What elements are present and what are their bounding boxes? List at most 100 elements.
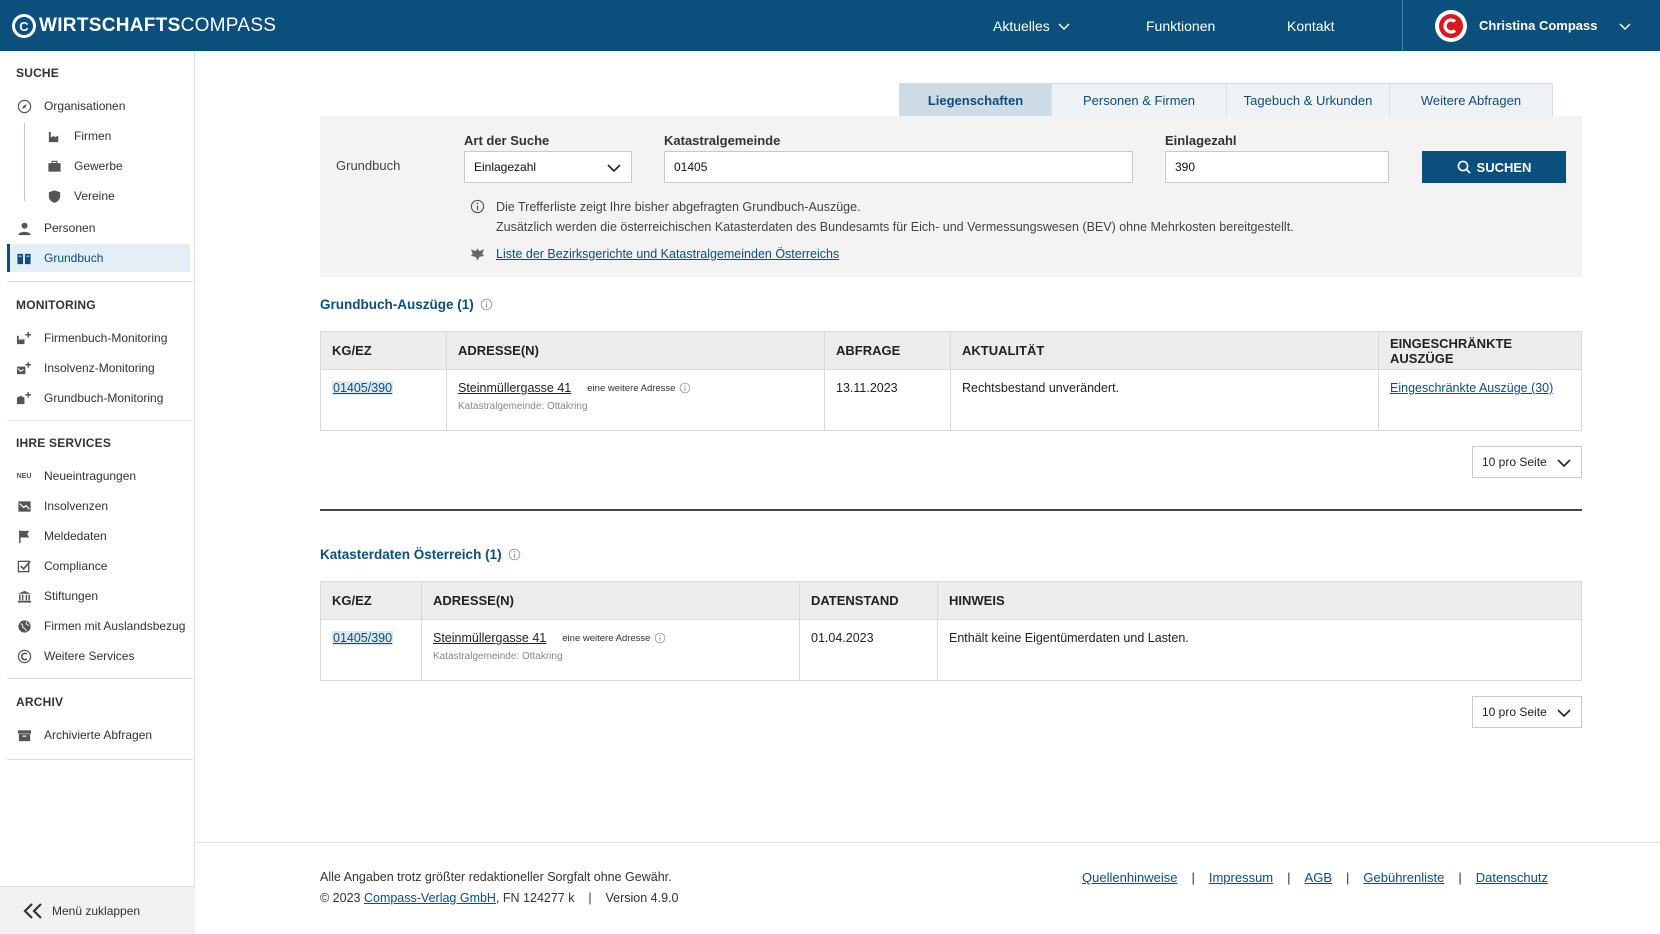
collapse-menu-button[interactable]: Menü zuklappen bbox=[0, 886, 195, 934]
copyright-suffix: , FN 124277 k | Version 4.9.0 bbox=[495, 891, 679, 905]
einlagezahl-input[interactable] bbox=[1175, 160, 1388, 174]
sidebar-item-vereine[interactable]: Vereine bbox=[7, 182, 190, 210]
sidebar-item-insolvenzen[interactable]: Insolvenzen bbox=[7, 492, 190, 520]
info-text-1: Die Trefferliste zeigt Ihre bisher abgef… bbox=[496, 200, 861, 214]
bezirksgerichte-link[interactable]: Liste der Bezirksgerichte und Katastralg… bbox=[496, 247, 839, 261]
nav-kontakt[interactable]: Kontakt bbox=[1287, 0, 1334, 51]
sidebar-item-meldedaten[interactable]: Meldedaten bbox=[7, 522, 190, 550]
double-chevron-left-icon bbox=[22, 902, 44, 920]
grundbuch-auszuege-title: Grundbuch-Auszüge (1) bbox=[320, 297, 474, 312]
separator: | bbox=[1458, 870, 1462, 885]
separator: | bbox=[1287, 870, 1291, 885]
sidebar-item-label: Insolvenzen bbox=[44, 499, 109, 513]
footer-link-quellenhinweise[interactable]: Quellenhinweise bbox=[1082, 870, 1177, 885]
katasterdaten-heading: Katasterdaten Österreich (1) bbox=[320, 547, 521, 562]
sidebar-heading-monitoring: MONITORING bbox=[16, 298, 96, 312]
info-icon[interactable] bbox=[508, 548, 521, 561]
footer-link-impressum[interactable]: Impressum bbox=[1209, 870, 1273, 885]
katastralgemeinde-input[interactable] bbox=[674, 160, 1132, 174]
column-header: HINWEIS bbox=[937, 581, 1582, 620]
sidebar-item-stiftungen[interactable]: Stiftungen bbox=[7, 582, 190, 610]
compass-c-icon bbox=[1439, 13, 1463, 38]
kgez-cell: 01405/390 bbox=[320, 619, 422, 681]
brand-logo[interactable]: C WIRTSCHAFTS COMPASS bbox=[12, 13, 276, 39]
art-der-suche-select[interactable]: Einlagezahl bbox=[464, 151, 632, 183]
search-button[interactable]: SUCHEN bbox=[1422, 151, 1566, 183]
sidebar-heading-archiv: ARCHIV bbox=[16, 695, 64, 709]
katastralgemeinde-field[interactable] bbox=[664, 151, 1133, 183]
tab-personen-firmen[interactable]: Personen & Firmen bbox=[1051, 83, 1227, 116]
sidebar-item-label: Vereine bbox=[74, 189, 115, 203]
kataster-table: KG/EZ ADRESSE(N) DATENSTAND HINWEIS 0140… bbox=[320, 581, 1582, 681]
top-bar: C WIRTSCHAFTS COMPASS Aktuelles Funktion… bbox=[0, 0, 1660, 51]
page-size-select[interactable]: 10 pro Seite bbox=[1472, 446, 1582, 478]
info-icon[interactable] bbox=[480, 298, 493, 311]
address-link[interactable]: Steinmüllergasse 41 bbox=[433, 631, 546, 645]
kgez-link[interactable]: 01405/390 bbox=[332, 381, 394, 395]
sidebar-item-neueintragungen[interactable]: NEU Neueintragungen bbox=[7, 462, 190, 490]
footer-link-gebuehrenliste[interactable]: Gebührenliste bbox=[1363, 870, 1444, 885]
info-icon[interactable] bbox=[654, 632, 666, 644]
search-icon bbox=[1457, 160, 1471, 174]
sidebar-item-weitere-services[interactable]: Weitere Services bbox=[7, 642, 190, 670]
table-row: 01405/390 Steinmüllergasse 41 eine weite… bbox=[320, 369, 1582, 431]
chevron-down-icon bbox=[607, 162, 621, 176]
checkbox-icon bbox=[16, 558, 32, 574]
sidebar-item-grundbuch-monitoring[interactable]: Grundbuch-Monitoring bbox=[7, 384, 190, 412]
column-header: KG/EZ bbox=[320, 331, 447, 370]
austria-eagle-icon bbox=[469, 246, 486, 265]
user-menu[interactable]: Christina Compass bbox=[1402, 0, 1660, 51]
grundbuch-table: KG/EZ ADRESSE(N) ABFRAGE AKTUALITÄT EING… bbox=[320, 331, 1582, 431]
sidebar-item-firmen-ausland[interactable]: Firmen mit Auslandsbezug bbox=[7, 612, 190, 640]
grundbuch-auszuege-heading: Grundbuch-Auszüge (1) bbox=[320, 297, 493, 312]
footer-disclaimer: Alle Angaben trotz größter redaktionelle… bbox=[320, 870, 672, 884]
company-link[interactable]: Compass-Verlag GmbH bbox=[364, 891, 496, 905]
user-name: Christina Compass bbox=[1479, 18, 1598, 33]
sidebar-item-personen[interactable]: Personen bbox=[7, 214, 190, 242]
tab-weitere-abfragen[interactable]: Weitere Abfragen bbox=[1389, 83, 1553, 116]
sidebar-divider bbox=[7, 759, 193, 760]
sidebar-item-archivierte-abfragen[interactable]: Archivierte Abfragen bbox=[7, 721, 190, 749]
sidebar-item-label: Grundbuch bbox=[44, 251, 104, 265]
footer-link-datenschutz[interactable]: Datenschutz bbox=[1476, 870, 1548, 885]
factory-plus-icon bbox=[16, 330, 32, 346]
footer-link-agb[interactable]: AGB bbox=[1305, 870, 1332, 885]
chart-down-icon bbox=[16, 498, 32, 514]
sidebar-item-organisationen[interactable]: Organisationen bbox=[7, 92, 190, 120]
sidebar-item-grundbuch[interactable]: Grundbuch bbox=[7, 244, 190, 272]
nav-funktionen[interactable]: Funktionen bbox=[1146, 0, 1215, 51]
einlagezahl-field[interactable] bbox=[1165, 151, 1389, 183]
compass-circle-icon bbox=[16, 98, 32, 114]
sidebar-item-insolvenz-monitoring[interactable]: Insolvenz-Monitoring bbox=[7, 354, 190, 382]
sidebar-item-label: Grundbuch-Monitoring bbox=[44, 391, 164, 405]
page-size-select[interactable]: 10 pro Seite bbox=[1472, 696, 1582, 728]
address-cell: Steinmüllergasse 41 eine weitere Adresse… bbox=[421, 619, 800, 681]
eingeschraenkte-auszuege-link[interactable]: Eingeschränkte Auszüge (30) bbox=[1390, 381, 1553, 395]
sidebar-item-label: Gewerbe bbox=[74, 159, 123, 173]
sidebar-item-firmen[interactable]: Firmen bbox=[7, 122, 190, 150]
book-icon bbox=[16, 250, 32, 266]
tab-liegenschaften[interactable]: Liegenschaften bbox=[899, 83, 1052, 116]
compass-logo-icon: C bbox=[12, 14, 36, 38]
art-der-suche-label: Art der Suche bbox=[464, 133, 550, 148]
neu-badge: NEU bbox=[16, 472, 32, 480]
sidebar-item-compliance[interactable]: Compliance bbox=[7, 552, 190, 580]
separator: | bbox=[1346, 870, 1350, 885]
tab-tagebuch-urkunden[interactable]: Tagebuch & Urkunden bbox=[1226, 83, 1390, 116]
aktualitaet-cell: Rechtsbestand unverändert. bbox=[950, 369, 1379, 431]
building-plus-icon bbox=[16, 390, 32, 406]
eingeschraenkt-cell: Eingeschränkte Auszüge (30) bbox=[1378, 369, 1582, 431]
sidebar-heading-services: IHRE SERVICES bbox=[16, 436, 112, 450]
page-size-value: 10 pro Seite bbox=[1482, 455, 1547, 469]
footer-links: Quellenhinweise | Impressum | AGB | Gebü… bbox=[1082, 870, 1548, 885]
sidebar-item-firmenbuch-monitoring[interactable]: Firmenbuch-Monitoring bbox=[7, 324, 190, 352]
kgez-link[interactable]: 01405/390 bbox=[332, 631, 394, 645]
katastralgemeinde-label: Katastralgemeinde bbox=[664, 133, 781, 148]
info-icon[interactable] bbox=[679, 382, 691, 394]
flag-icon bbox=[16, 528, 32, 544]
info-icon bbox=[470, 199, 485, 217]
column-header: KG/EZ bbox=[320, 581, 422, 620]
address-link[interactable]: Steinmüllergasse 41 bbox=[458, 381, 571, 395]
nav-aktuelles[interactable]: Aktuelles bbox=[993, 0, 1070, 51]
sidebar-item-gewerbe[interactable]: Gewerbe bbox=[7, 152, 190, 180]
